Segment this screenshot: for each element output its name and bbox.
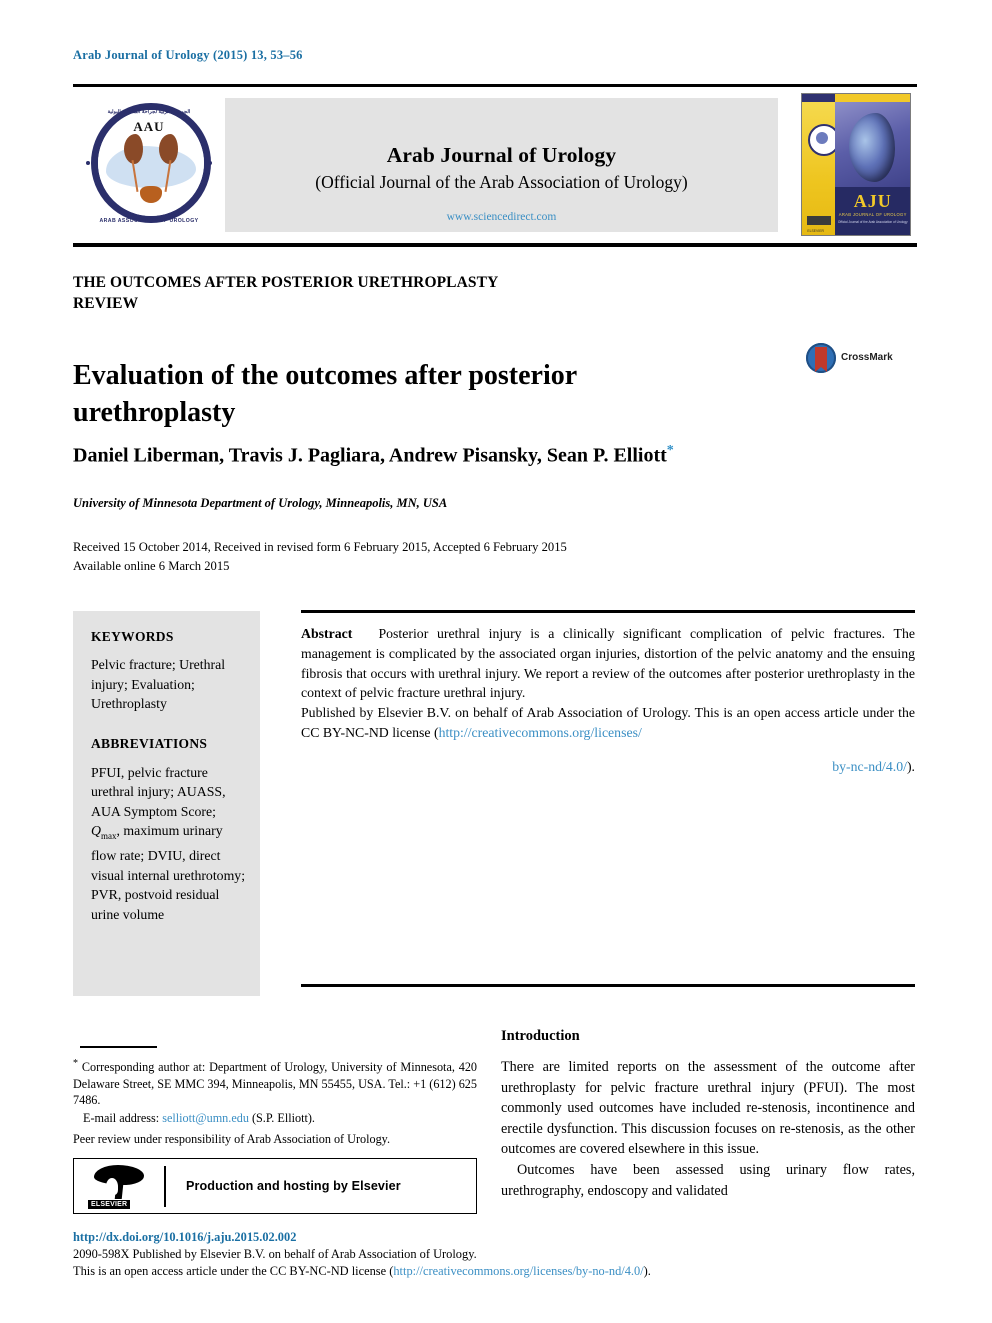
email-link[interactable]: selliott@umn.edu bbox=[162, 1111, 249, 1125]
cover-subtitle-1: ARAB JOURNAL OF UROLOGY bbox=[838, 212, 907, 218]
abbreviations-list: PFUI, pelvic fracture urethral injury; A… bbox=[91, 763, 246, 925]
footnote-separator-rule bbox=[80, 1046, 157, 1048]
abstract-license-url-line2[interactable]: by-nc-nd/4.0/ bbox=[832, 759, 907, 774]
production-hosting-box: ELSEVIER Production and hosting by Elsev… bbox=[73, 1158, 477, 1214]
elsevier-divider bbox=[164, 1166, 166, 1207]
running-head: Arab Journal of Urology (2015) 13, 53–56 bbox=[73, 48, 303, 62]
page-title: Evaluation of the outcomes after posteri… bbox=[73, 359, 577, 428]
elsevier-wordmark: ELSEVIER bbox=[88, 1200, 131, 1209]
article-section-header-line2: REVIEW bbox=[73, 295, 139, 312]
introduction-heading: Introduction bbox=[501, 1028, 580, 1045]
abstract-block: Abstract Posterior urethral injury is a … bbox=[301, 624, 915, 790]
sciencedirect-link[interactable]: www.sciencedirect.com bbox=[225, 211, 778, 223]
journal-subtitle: (Official Journal of the Arab Associatio… bbox=[315, 172, 688, 192]
corresponding-author-note: * Corresponding author at: Department of… bbox=[73, 1056, 477, 1109]
introduction-body: There are limited reports on the assessm… bbox=[501, 1057, 915, 1201]
keywords-heading: KEYWORDS bbox=[91, 629, 174, 644]
journal-masthead: الجمعية العربية لجراحة المسالك البولية A… bbox=[73, 92, 917, 240]
abstract-license-url-line1[interactable]: http://creativecommons.org/licenses/ bbox=[439, 725, 642, 740]
author-footnote-marker[interactable]: * bbox=[667, 443, 674, 458]
article-section-header: THE OUTCOMES AFTER POSTERIOR URETHROPLAS… bbox=[73, 272, 498, 314]
email-note: E-mail address: selliott@umn.edu (S.P. E… bbox=[73, 1110, 477, 1127]
journal-title: Arab Journal of Urology bbox=[386, 143, 617, 167]
journal-banner: Arab Journal of Urology (Official Journa… bbox=[225, 98, 778, 232]
abstract-rule-top bbox=[301, 610, 915, 613]
corresponding-author-text: Corresponding author at: Department of U… bbox=[73, 1060, 478, 1108]
dates-online: Available online 6 March 2015 bbox=[73, 558, 230, 573]
page-footer: http://dx.doi.org/10.1016/j.aju.2015.02.… bbox=[73, 1229, 918, 1280]
keywords-list: Pelvic fracture; Urethral injury; Evalua… bbox=[91, 657, 226, 711]
paper-page: Arab Journal of Urology (2015) 13, 53–56… bbox=[0, 0, 992, 1323]
header-rule-top bbox=[73, 84, 917, 87]
abstract-label: Abstract bbox=[301, 626, 353, 641]
footer-license-lead: This is an open access article under the… bbox=[73, 1264, 394, 1278]
footer-license-line: This is an open access article under the… bbox=[73, 1263, 918, 1280]
crossmark-label: CrossMark bbox=[841, 352, 893, 363]
introduction-paragraph-2: Outcomes have been assessed using urinar… bbox=[501, 1161, 915, 1199]
abstract-rule-bottom bbox=[301, 984, 915, 987]
abstract-license: Published by Elsevier B.V. on behalf of … bbox=[301, 703, 915, 743]
footer-license-tail: ). bbox=[643, 1264, 651, 1278]
aau-association-logo-icon: الجمعية العربية لجراحة المسالك البولية A… bbox=[79, 95, 219, 237]
footer-license-url[interactable]: http://creativecommons.org/licenses/by-n… bbox=[393, 1264, 643, 1278]
email-owner: (S.P. Elliott). bbox=[251, 1110, 315, 1125]
peer-review-note: Peer review under responsibility of Arab… bbox=[73, 1132, 391, 1147]
article-dates: Received 15 October 2014, Received in re… bbox=[73, 538, 567, 575]
cover-acronym: AJU bbox=[853, 191, 892, 212]
dates-received: Received 15 October 2014, Received in re… bbox=[73, 540, 567, 554]
cover-publisher: ELSEVIER bbox=[807, 229, 824, 233]
email-label: E-mail address: bbox=[83, 1110, 160, 1125]
doi-link[interactable]: http://dx.doi.org/10.1016/j.aju.2015.02.… bbox=[73, 1229, 918, 1246]
article-section-header-line1: THE OUTCOMES AFTER POSTERIOR URETHROPLAS… bbox=[73, 274, 499, 291]
abstract-license-tail: ). bbox=[906, 758, 915, 774]
qmax-subscript: max bbox=[100, 830, 117, 841]
cover-subtitle-2: Official Journal of the Arab Association… bbox=[837, 220, 908, 225]
kidney-illustration-icon bbox=[848, 113, 896, 182]
abbreviations-heading: ABBREVIATIONS bbox=[91, 735, 208, 751]
abstract-license-second-line: by-nc-nd/4.0/). bbox=[301, 757, 915, 777]
aau-acronym: AAU bbox=[133, 119, 165, 134]
issn-line: 2090-598X Published by Elsevier B.V. on … bbox=[73, 1247, 477, 1261]
header-rule-bottom bbox=[73, 243, 917, 247]
affiliation: University of Minnesota Department of Ur… bbox=[73, 496, 448, 510]
qmax-symbol: Q bbox=[91, 823, 101, 838]
introduction-paragraph-1: There are limited reports on the assessm… bbox=[501, 1059, 915, 1158]
elsevier-tree-icon bbox=[92, 1165, 146, 1199]
abstract-body: Posterior urethral injury is a clinicall… bbox=[301, 626, 915, 701]
footnote-marker: * bbox=[73, 1058, 78, 1069]
keywords-panel: KEYWORDS Pelvic fracture; Urethral injur… bbox=[73, 611, 260, 996]
aau-rim-top-text: الجمعية العربية لجراحة المسالك البولية bbox=[107, 109, 191, 115]
production-hosting-label: Production and hosting by Elsevier bbox=[186, 1179, 401, 1193]
abbreviations-part1: PFUI, pelvic fracture urethral injury; A… bbox=[91, 764, 226, 819]
crossmark-icon bbox=[806, 343, 836, 373]
footnote-block: * Corresponding author at: Department of… bbox=[73, 1056, 477, 1148]
aau-rim-bottom-text: ARAB ASSOCIATION OF UROLOGY bbox=[99, 218, 199, 224]
crossmark-badge[interactable]: CrossMark bbox=[806, 343, 906, 377]
author-list: Daniel Liberman, Travis J. Pagliara, And… bbox=[73, 443, 913, 468]
journal-cover-thumbnail: AJU ARAB JOURNAL OF UROLOGY Official Jou… bbox=[801, 93, 911, 236]
author-names: Daniel Liberman, Travis J. Pagliara, And… bbox=[73, 444, 667, 467]
